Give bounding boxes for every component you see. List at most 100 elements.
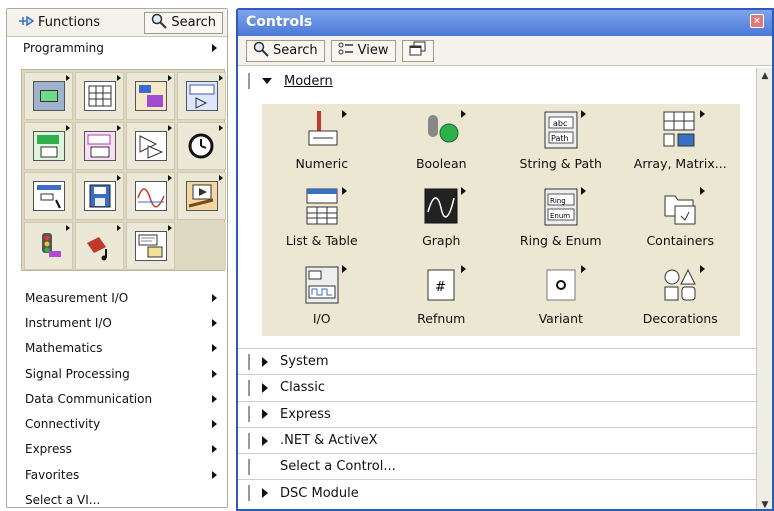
functions-toolbar: Functions Search — [7, 9, 227, 37]
functions-item-label: Mathematics — [25, 341, 103, 356]
control-containers[interactable]: Containers — [621, 181, 741, 258]
expand-right-icon — [262, 409, 268, 420]
control-label: List & Table — [285, 233, 358, 249]
graphics-sound-icon[interactable] — [75, 222, 124, 270]
control-label: Decorations — [642, 310, 718, 326]
close-icon[interactable]: × — [750, 14, 764, 28]
controls-palette: Controls × Search View Modern Numeric Bo… — [236, 8, 774, 511]
controls-search-button[interactable]: Search — [246, 39, 325, 62]
programming-category[interactable]: Programming — [7, 37, 227, 59]
numeric-icon[interactable] — [177, 72, 226, 120]
variant-icon — [540, 263, 586, 307]
functions-item-select-a-vi[interactable]: Select a VI... — [7, 487, 227, 507]
comparison-icon[interactable] — [126, 122, 175, 170]
functions-item-express[interactable]: Express — [7, 437, 227, 462]
string-path-icon: abc Path — [540, 108, 586, 152]
controls-title: Controls — [246, 14, 313, 30]
functions-item-label: Data Communication — [25, 391, 153, 406]
control-label: I/O — [312, 310, 331, 326]
structures-icon[interactable] — [24, 72, 73, 120]
functions-item-label: Measurement I/O — [25, 290, 129, 305]
category-system[interactable]: System — [238, 348, 758, 374]
modern-label: Modern — [284, 73, 333, 89]
control-label: String & Path — [519, 156, 602, 171]
restore-window-icon — [409, 41, 427, 61]
expand-right-icon — [262, 382, 268, 393]
category-express[interactable]: Express — [238, 400, 758, 427]
scroll-down-icon[interactable]: ▼ — [757, 497, 772, 509]
category-label: DSC Module — [280, 485, 359, 501]
control-graph[interactable]: Graph — [382, 181, 502, 258]
control-io[interactable]: I/O — [262, 259, 382, 336]
boolean-icon[interactable] — [24, 122, 73, 170]
functions-item-data-communication[interactable]: Data Communication — [7, 386, 227, 411]
category-dsc-module[interactable]: DSC Module — [238, 479, 758, 505]
control-list-table[interactable]: List & Table — [262, 181, 382, 258]
functions-search-button[interactable]: Search — [144, 11, 223, 34]
control-string-path[interactable]: abc Path String & Path — [501, 104, 621, 181]
category-label: Classic — [280, 380, 325, 396]
control-refnum[interactable]: # Refnum — [382, 259, 502, 336]
dialog-icon[interactable] — [24, 172, 73, 220]
expand-right-icon — [262, 356, 268, 367]
select-a-control[interactable]: Select a Control... — [238, 453, 758, 479]
array-icon[interactable] — [75, 72, 124, 120]
view-list-icon — [338, 42, 354, 60]
controls-search-label: Search — [273, 43, 318, 58]
restore-palette-button[interactable] — [401, 39, 434, 62]
functions-item-instrument-io[interactable]: Instrument I/O — [7, 310, 227, 335]
timing-icon[interactable] — [177, 122, 226, 170]
control-decorations[interactable]: Decorations — [621, 259, 741, 336]
scroll-up-icon[interactable]: ▲ — [757, 68, 772, 84]
file-io-icon[interactable] — [75, 172, 124, 220]
expand-right-icon — [262, 488, 268, 499]
functions-item-signal-processing[interactable]: Signal Processing — [7, 361, 227, 386]
string-icon[interactable] — [75, 122, 124, 170]
control-array-matrix[interactable]: Array, Matrix... — [621, 104, 741, 181]
report-generation-icon[interactable] — [126, 222, 175, 270]
search-icon — [151, 13, 168, 33]
control-label: Numeric — [295, 156, 349, 171]
decorations-icon — [659, 263, 706, 307]
submenu-arrow-icon — [212, 369, 217, 378]
category-classic[interactable]: Classic — [238, 374, 758, 400]
synchronization-icon[interactable] — [24, 222, 73, 270]
category-label: Express — [280, 406, 331, 422]
controls-title-bar[interactable]: Controls × — [238, 10, 772, 36]
functions-item-label: Connectivity — [25, 417, 101, 432]
search-icon — [253, 41, 269, 61]
functions-item-measurement-io[interactable]: Measurement I/O — [7, 285, 227, 310]
array-matrix-icon — [659, 108, 706, 152]
controls-view-button[interactable]: View — [330, 39, 396, 62]
control-ring-enum[interactable]: Ring Enum Ring & Enum — [501, 181, 621, 258]
functions-tab[interactable]: Functions — [11, 12, 107, 34]
functions-palette: Functions Search Programming Measurement… — [6, 8, 228, 508]
category-modern[interactable]: Modern — [238, 68, 758, 94]
list-table-icon — [301, 185, 347, 229]
control-label: Variant — [538, 310, 583, 326]
functions-item-connectivity[interactable]: Connectivity — [7, 411, 227, 436]
svg-text:Enum: Enum — [550, 212, 570, 220]
waveform-icon[interactable] — [126, 172, 175, 220]
svg-text:Ring: Ring — [550, 197, 566, 205]
control-boolean[interactable]: Boolean — [382, 104, 502, 181]
submenu-arrow-icon — [212, 44, 217, 52]
application-control-icon[interactable] — [177, 172, 226, 220]
controls-scrollbar[interactable]: ▲ ▼ — [756, 68, 772, 509]
submenu-arrow-icon — [212, 293, 217, 302]
control-label: Boolean — [415, 156, 467, 171]
expand-down-icon — [262, 78, 272, 85]
io-icon — [301, 263, 347, 307]
functions-item-favorites[interactable]: Favorites — [7, 462, 227, 487]
control-variant[interactable]: Variant — [501, 259, 621, 336]
category-label: System — [280, 354, 329, 370]
svg-text:Path: Path — [551, 134, 569, 143]
modern-icon-grid: Numeric Boolean abc Path String & Path Ar… — [262, 104, 740, 336]
category-dotnet-activex[interactable]: .NET & ActiveX — [238, 426, 758, 453]
programming-label: Programming — [23, 41, 104, 55]
cluster-icon[interactable] — [126, 72, 175, 120]
functions-item-mathematics[interactable]: Mathematics — [7, 336, 227, 361]
category-label: Select a Control... — [280, 459, 396, 475]
ring-enum-icon: Ring Enum — [540, 185, 586, 229]
control-numeric[interactable]: Numeric — [262, 104, 382, 181]
